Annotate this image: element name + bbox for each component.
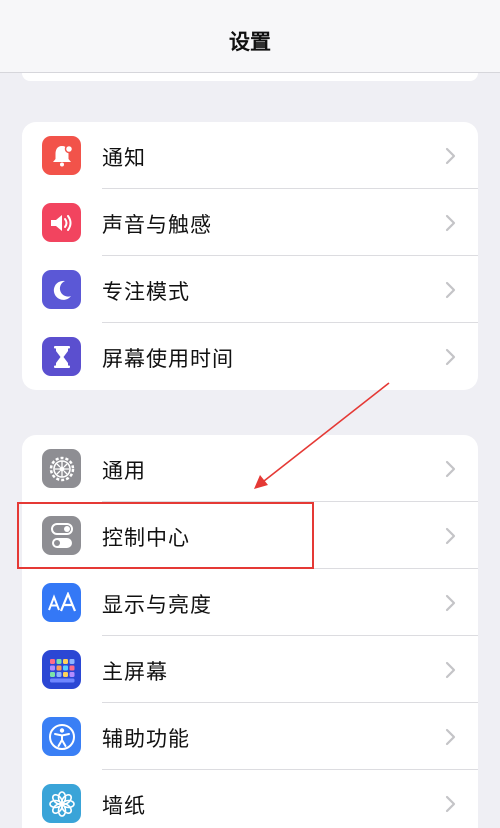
annotation-arrow xyxy=(254,382,390,489)
